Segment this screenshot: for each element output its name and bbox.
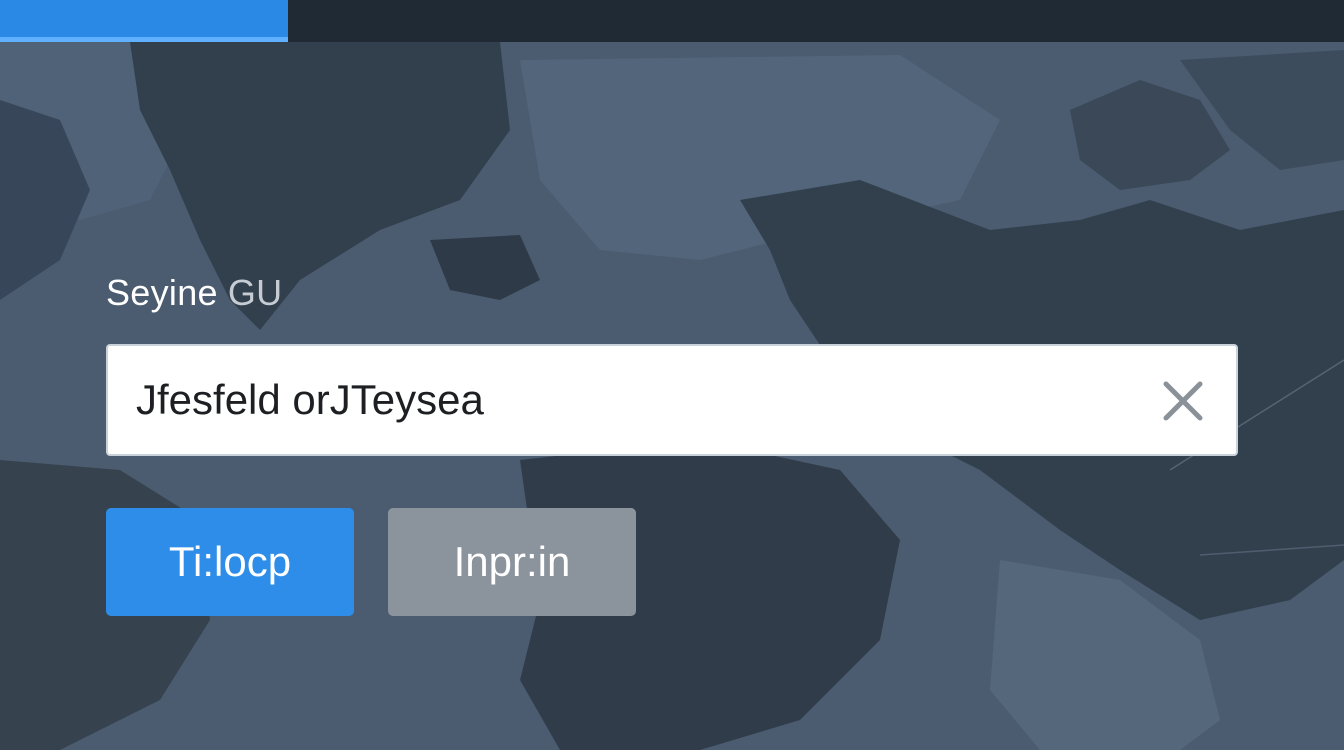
field-label-text: Seyine xyxy=(106,272,218,313)
primary-action-label: Ti:locp xyxy=(168,538,292,585)
active-tab-indicator xyxy=(0,37,288,42)
secondary-action-label: Inpr:in xyxy=(453,538,571,585)
close-icon[interactable] xyxy=(1160,378,1206,424)
field-label-suffix: GU xyxy=(227,272,283,313)
secondary-action-button[interactable]: Inpr:in xyxy=(388,508,636,616)
primary-action-button[interactable]: Ti:locp xyxy=(106,508,354,616)
search-input[interactable] xyxy=(136,368,1136,432)
top-bar xyxy=(0,0,1344,42)
field-label: Seyine GU xyxy=(106,272,282,314)
active-tab[interactable] xyxy=(0,0,288,42)
search-field-container xyxy=(106,344,1238,456)
